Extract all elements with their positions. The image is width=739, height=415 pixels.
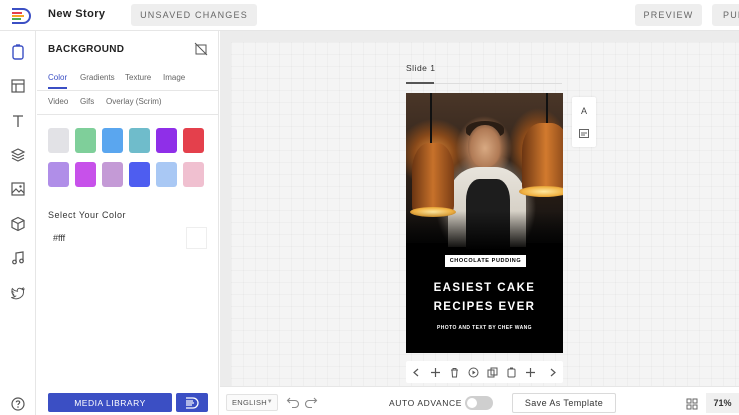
color-swatch[interactable] [183,162,204,187]
hex-color-input[interactable] [48,227,186,249]
bottom-bar: ENGLISH ▼ AUTO ADVANCE Save As Template … [220,386,739,415]
slide-tab-track [434,83,562,84]
lamp-light-right [519,186,563,197]
tool-rail [0,31,36,415]
media-library-logo-button[interactable] [176,393,208,412]
slide-tab[interactable]: Slide 1 [406,63,436,73]
vertical-ruler [220,42,231,386]
top-bar: New Story UNSAVED CHANGES PREVIEW PUBLIS… [0,0,739,31]
color-swatch[interactable] [129,128,150,153]
app-logo-icon [186,396,199,409]
story-title[interactable]: New Story [48,8,105,20]
panel-title: BACKGROUND [48,44,125,55]
tab-texture[interactable]: Texture [125,73,151,82]
color-preview-swatch[interactable] [186,227,207,249]
media-library-group: MEDIA LIBRARY [48,393,208,412]
copper-lamp-right [522,123,563,193]
photo-fade [406,211,563,251]
slide-tag-label[interactable]: CHOCOLATE PUDDING [445,255,526,267]
chef-head [468,125,502,167]
music-icon[interactable] [9,249,27,267]
app-logo-icon[interactable] [10,6,32,26]
copy-slide-icon[interactable] [504,365,518,379]
horizontal-ruler [220,31,739,42]
color-swatch[interactable] [183,128,204,153]
publish-button[interactable]: PUBLISH [712,4,739,26]
tab-video[interactable]: Video [48,97,68,106]
color-swatch[interactable] [48,128,69,153]
color-swatch[interactable] [129,162,150,187]
text-style-glyph: A [580,106,587,116]
editor-canvas: Slide 1 CHOCOLATE PUDDING EASIEST CAKE R… [220,31,739,386]
slide-toolbar [406,361,563,383]
tabs-row-secondary: Video Gifs Overlay (Scrim) [37,91,219,115]
story-slide[interactable]: CHOCOLATE PUDDING EASIEST CAKE RECIPES E… [406,93,563,353]
copper-lamp-left [412,143,454,213]
floating-tools: A [572,97,596,147]
media-library-button[interactable]: MEDIA LIBRARY [48,393,172,412]
caption-icon[interactable] [576,125,592,141]
lamp-cord-right [546,93,548,125]
color-swatch[interactable] [102,128,123,153]
color-swatch[interactable] [156,128,177,153]
delete-slide-icon[interactable] [447,365,461,379]
undo-icon[interactable] [286,396,300,408]
color-swatch[interactable] [75,162,96,187]
zoom-level[interactable]: 71% [706,393,739,413]
3d-box-icon[interactable] [9,215,27,233]
hide-panel-icon[interactable] [194,42,208,56]
toggle-knob [467,398,477,408]
color-swatch[interactable] [102,162,123,187]
layers-icon[interactable] [9,146,27,164]
language-select[interactable]: ENGLISH ▼ [226,394,278,411]
tab-gifs[interactable]: Gifs [80,97,94,106]
slide-tab-indicator [406,82,434,84]
slide-credit[interactable]: PHOTO AND TEXT BY CHEF WANG [406,325,563,331]
tab-overlay-scrim[interactable]: Overlay (Scrim) [106,97,162,106]
templates-icon[interactable] [9,77,27,95]
next-slide-icon[interactable] [545,365,559,379]
select-color-label: Select Your Color [48,210,127,220]
color-swatch[interactable] [48,162,69,187]
background-panel: BACKGROUND Color Gradients Texture Image… [37,31,219,415]
auto-advance-label: AUTO ADVANCE [389,398,463,408]
tabs-row-primary: Color Gradients Texture Image [37,67,219,91]
play-slide-icon[interactable] [466,365,480,379]
lamp-cord-left [430,93,432,145]
preview-button[interactable]: PREVIEW [635,4,702,26]
add-slide-icon[interactable] [428,365,442,379]
language-value: ENGLISH [232,398,268,407]
grid-view-icon[interactable] [686,398,698,410]
twitter-icon[interactable] [9,284,27,302]
tab-gradients[interactable]: Gradients [80,73,115,82]
image-icon[interactable] [9,180,27,198]
previous-slide-icon[interactable] [409,365,423,379]
redo-icon[interactable] [304,396,318,408]
stories-icon[interactable] [9,43,27,61]
insert-slide-icon[interactable] [523,365,537,379]
chevron-down-icon: ▼ [266,399,273,405]
unsaved-changes-button[interactable]: UNSAVED CHANGES [131,4,257,26]
tab-image[interactable]: Image [163,73,185,82]
color-swatch[interactable] [75,128,96,153]
duplicate-slide-icon[interactable] [485,365,499,379]
active-tab-indicator [48,87,67,89]
chef-photo[interactable] [406,93,563,251]
slide-headline[interactable]: EASIEST CAKE RECIPES EVER [406,279,563,317]
help-icon[interactable] [9,395,27,413]
color-swatch[interactable] [156,162,177,187]
headline-line-1: EASIEST CAKE [433,282,536,294]
headline-line-2: RECIPES EVER [433,301,536,313]
tab-color[interactable]: Color [48,73,67,82]
text-style-icon[interactable]: A [576,103,592,119]
text-icon[interactable] [9,112,27,130]
save-as-template-button[interactable]: Save As Template [512,393,616,413]
auto-advance-toggle[interactable] [465,396,493,410]
